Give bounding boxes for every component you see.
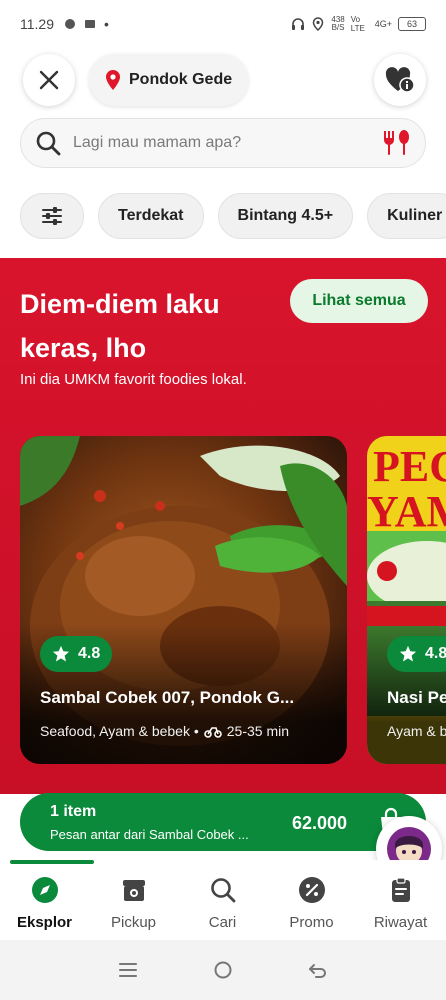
restaurant-meta: Ayam & be	[387, 723, 446, 739]
restaurant-name: Nasi Pe	[387, 688, 446, 707]
net-speed-unit: B/S	[331, 23, 345, 32]
rating-badge: 4.8	[40, 636, 113, 672]
location-selector[interactable]: Pondok Gede	[89, 54, 249, 106]
store-notification-icon	[85, 20, 95, 28]
nav-promo[interactable]: Promo	[267, 860, 356, 940]
rating-value: 4.8	[425, 645, 446, 662]
search-icon	[36, 131, 61, 156]
location-icon	[313, 17, 324, 31]
nav-history[interactable]: Riwayat	[356, 860, 445, 940]
home-icon[interactable]	[213, 960, 233, 980]
filter-settings-button[interactable]	[20, 193, 84, 239]
headphones-icon	[292, 18, 305, 30]
filter-chip-nearest[interactable]: Terdekat	[98, 193, 204, 239]
sign-text-top: PEC	[373, 442, 446, 491]
header: Pondok Gede	[0, 54, 446, 106]
back-icon[interactable]	[308, 961, 328, 979]
sign-text-bottom: YAM	[367, 487, 446, 536]
delivery-eta: 25-35 min	[226, 723, 290, 739]
promo-subtitle: Ini dia UMKM favorit foodies lokal.	[20, 371, 247, 388]
cart-item-count: 1 item	[50, 803, 97, 820]
search-icon	[210, 878, 235, 903]
nav-explore-label: Eksplor	[16, 914, 73, 931]
net-speed: 438 B/S	[331, 16, 344, 32]
percent-icon	[298, 877, 325, 903]
search-input[interactable]	[73, 134, 383, 152]
nav-explore[interactable]: Eksplor	[0, 860, 94, 940]
carrier-label: Vo LTE	[350, 15, 365, 33]
restaurant-categories: Ayam & be	[387, 723, 446, 739]
rating-value: 4.8	[78, 645, 101, 662]
cutlery-icon	[384, 130, 409, 155]
system-nav-bar	[0, 940, 446, 1000]
signal-label: 4G+	[374, 19, 392, 29]
see-all-button[interactable]: Lihat semua	[290, 279, 428, 323]
restaurant-meta: Seafood, Ayam & bebek • 25-35 min	[40, 723, 289, 739]
status-time: 11.29	[20, 16, 54, 32]
restaurant-card[interactable]: PEC YAM 4.8 Nasi Pe Ayam & be	[367, 436, 446, 764]
restaurant-card[interactable]: 4.8 Sambal Cobek 007, Pondok G... Seafoo…	[20, 436, 347, 764]
close-button[interactable]	[23, 54, 75, 106]
status-bar: 11.29 • 438 B/S Vo LTE 4G+ 63	[0, 0, 446, 48]
rating-badge: 4.8	[387, 636, 446, 672]
favorites-button[interactable]	[374, 54, 426, 106]
star-icon	[52, 645, 70, 662]
nav-pickup[interactable]: Pickup	[89, 860, 178, 940]
overflow-dot-icon: •	[104, 16, 109, 32]
restaurant-categories: Seafood, Ayam & bebek •	[40, 723, 199, 739]
clipboard-icon	[391, 877, 410, 902]
close-icon	[39, 70, 59, 90]
nav-history-label: Riwayat	[373, 914, 428, 931]
battery-level: 63	[406, 19, 417, 29]
nav-search-label: Cari	[208, 914, 237, 931]
filter-chips: Terdekat Bintang 4.5+ Kuliner	[20, 193, 446, 239]
filter-chip-rating[interactable]: Bintang 4.5+	[217, 193, 354, 239]
bottom-nav: Eksplor Pickup Cari Promo Riwayat	[0, 860, 446, 940]
nav-pickup-label: Pickup	[110, 914, 157, 931]
location-pin-icon	[106, 70, 120, 90]
filter-chip-cuisine[interactable]: Kuliner	[367, 193, 446, 239]
cart-description: Pesan antar dari Sambal Cobek ...	[50, 827, 249, 842]
nav-promo-label: Promo	[289, 914, 334, 931]
restaurant-name: Sambal Cobek 007, Pondok G...	[40, 688, 295, 707]
location-label: Pondok Gede	[129, 71, 233, 88]
heart-info-icon	[385, 67, 415, 93]
cart-total: 62.000	[292, 813, 348, 833]
nav-search[interactable]: Cari	[178, 860, 267, 940]
delivery-scooter-icon	[203, 727, 222, 738]
compass-icon	[31, 877, 58, 903]
app-notification-icon	[65, 19, 75, 29]
store-icon	[122, 880, 145, 901]
promo-title: Diem-diem laku keras, lho	[20, 289, 220, 363]
star-icon	[399, 645, 417, 662]
sliders-icon	[42, 207, 62, 225]
battery-icon: 63	[398, 17, 426, 31]
recent-apps-icon[interactable]	[118, 961, 138, 979]
promo-section: Diem-diem laku keras, lho Ini dia UMKM f…	[0, 258, 446, 794]
search-bar[interactable]	[20, 118, 426, 168]
cart-bar[interactable]: 1 item Pesan antar dari Sambal Cobek ...…	[20, 793, 426, 851]
